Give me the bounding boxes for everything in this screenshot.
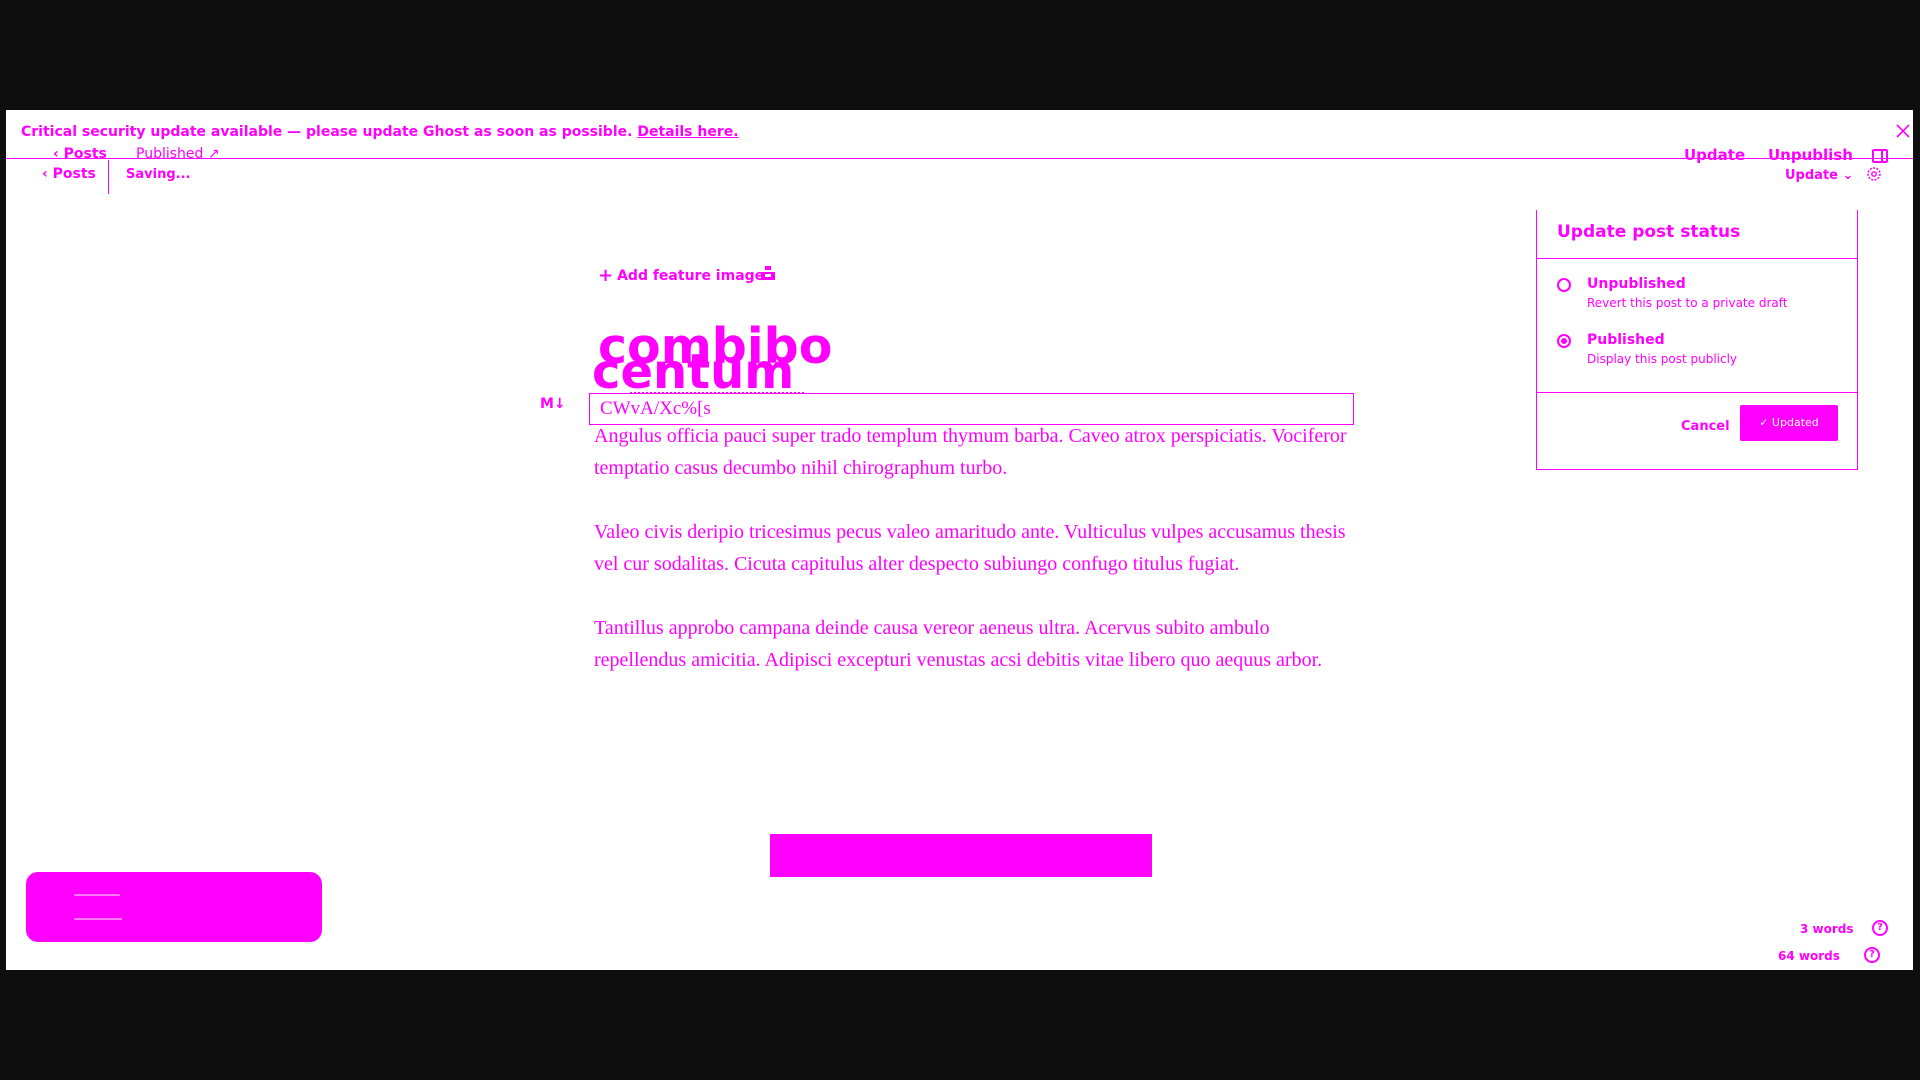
add-feature-image-label: Add feature image <box>617 268 765 284</box>
body-paragraph: Tantillus approbo campana deinde causa v… <box>594 617 1323 671</box>
radio-unpublished[interactable] <box>1557 278 1571 292</box>
toast-text-placeholder <box>74 894 120 896</box>
cancel-button[interactable]: Cancel <box>1681 419 1730 434</box>
word-count: 3 words <box>1800 922 1854 936</box>
plus-icon: + <box>598 265 614 286</box>
body-paragraph: Valeo civis deripio tricesimus pecus val… <box>594 521 1346 575</box>
banner-divider <box>6 158 1913 159</box>
help-icon[interactable]: ? <box>1872 920 1888 936</box>
add-feature-image-button[interactable]: + Add feature image <box>598 265 764 286</box>
markdown-badge[interactable]: M↓ <box>540 396 566 412</box>
word-count: 64 words <box>1778 949 1840 963</box>
option-description: Display this post publicly <box>1587 352 1738 366</box>
option-label[interactable]: Unpublished <box>1587 276 1686 292</box>
chevron-left-icon: ‹ <box>42 166 48 182</box>
panel-divider <box>1537 392 1857 393</box>
update-dropdown-label: Update <box>1785 168 1838 183</box>
gear-icon[interactable] <box>1866 166 1882 182</box>
option-description: Revert this post to a private draft <box>1587 296 1788 310</box>
body-paragraph: Angulus officia pauci super trado templu… <box>594 425 1347 479</box>
save-status: Saving... <box>126 167 191 182</box>
help-icon[interactable]: ? <box>1864 947 1880 963</box>
ghost-unpublish-button[interactable]: Unpublish <box>1768 146 1853 164</box>
sidebar-toggle-icon[interactable] <box>1872 149 1888 163</box>
editor-window: Critical security update available — ple… <box>6 110 1913 970</box>
ghost-published-link[interactable]: Published ↗ <box>136 146 220 162</box>
ghost-posts-link[interactable]: ‹ Posts <box>53 146 107 162</box>
notification-bar <box>770 834 1152 877</box>
update-status-panel: Update post status Unpublished Revert th… <box>1536 210 1858 470</box>
option-label[interactable]: Published <box>1587 332 1665 348</box>
update-dropdown-button[interactable]: Update ⌄ <box>1785 168 1853 183</box>
banner-text: Critical security update available — ple… <box>21 124 633 140</box>
security-banner: Critical security update available — ple… <box>21 124 739 140</box>
close-icon[interactable] <box>1894 122 1912 140</box>
panel-divider <box>1537 258 1857 259</box>
banner-details-link[interactable]: Details here. <box>637 124 738 140</box>
ghost-update-button[interactable]: Update <box>1684 146 1745 164</box>
toast-text-placeholder <box>74 918 122 920</box>
panel-title: Update post status <box>1557 222 1741 242</box>
unsplash-icon[interactable] <box>760 266 776 280</box>
back-label: Posts <box>52 166 96 182</box>
updated-button[interactable]: ✓ Updated <box>1740 405 1838 441</box>
post-body[interactable]: Angulus officia pauci super trado templu… <box>594 420 1354 708</box>
chevron-down-icon: ⌄ <box>1842 168 1854 183</box>
back-to-posts-button[interactable]: ‹ Posts <box>42 166 96 182</box>
header-divider <box>108 160 109 194</box>
toast-notification[interactable] <box>26 872 322 942</box>
radio-published[interactable] <box>1557 334 1571 348</box>
